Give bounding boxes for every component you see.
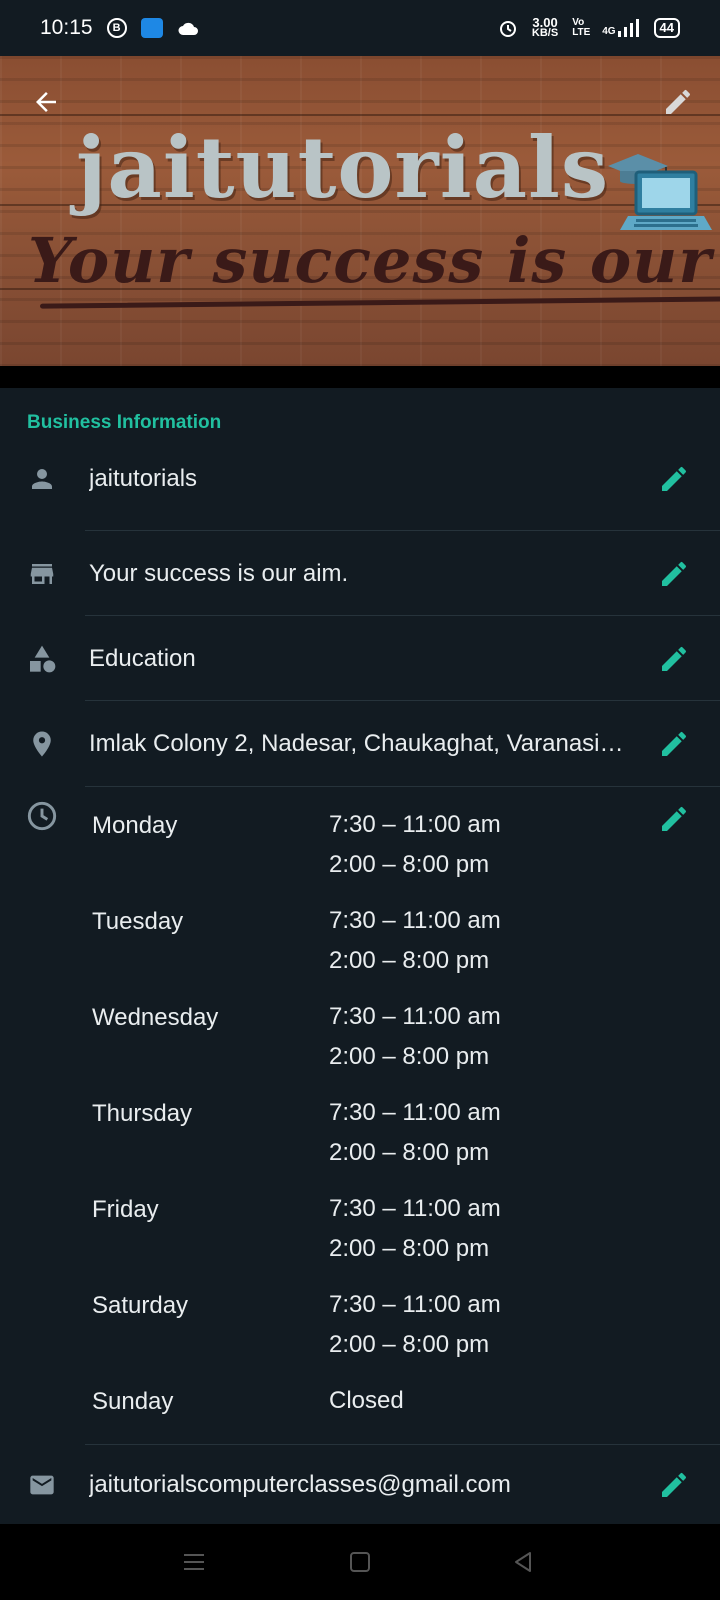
signal-bars-icon [617,19,639,37]
status-right: 3.00 KB/S Vo LTE 4G 44 [498,16,680,39]
description-row[interactable]: Your success is our aim. [0,531,720,617]
hours-time: 2:00 – 8:00 pm [329,1331,490,1358]
edit-description-button[interactable] [654,554,694,594]
cover-image[interactable]: jaitutorials Your success is our aim [0,56,720,366]
business-name: jaitutorials [89,465,198,492]
hours-day-wednesday: Wednesday [92,1004,219,1031]
hours-time: 2:00 – 8:00 pm [329,947,490,974]
network-speed: 3.00 KB/S [531,16,559,39]
status-time: 10:15 [40,16,93,39]
square-icon [350,1552,370,1572]
hours-day-sunday: Sunday [92,1388,174,1415]
speed-unit: KB/S [531,27,559,39]
hours-time: 7:30 – 11:00 am [329,1003,501,1030]
email-row[interactable]: jaitutorialscomputerclasses@gmail.com [0,1445,720,1525]
cover-tagline: Your success is our aim [28,224,720,297]
signal-icon: 4G [602,19,639,37]
hours-time: Closed [329,1387,404,1414]
pencil-icon [666,89,691,114]
pencil-icon [662,646,687,671]
edit-name-button[interactable] [654,459,694,499]
clock-icon [26,800,58,832]
laptop-graduation-cap-icon [608,154,712,230]
status-left: 10:15 B [40,16,199,40]
pencil-icon [662,806,687,831]
edit-address-button[interactable] [654,724,694,764]
hours-time: 7:30 – 11:00 am [329,1099,501,1126]
business-email: jaitutorialscomputerclasses@gmail.com [89,1471,511,1498]
cover-gap [0,366,720,388]
volte-label: Vo LTE [572,17,591,38]
wood-plank-line [0,114,720,116]
email-icon [26,1469,58,1501]
business-description: Your success is our aim. [89,560,349,587]
android-icon [140,18,163,38]
store-icon [26,558,58,590]
edit-hours-button[interactable] [654,799,694,839]
recent-apps-button[interactable] [174,1542,214,1582]
b-badge-icon: B [106,18,127,38]
category-row[interactable]: Education [0,616,720,702]
name-row[interactable]: jaitutorials [0,436,720,522]
edit-cover-button[interactable] [654,78,702,126]
hours-time: 7:30 – 11:00 am [329,907,501,934]
cloud-icon [178,22,198,35]
back-nav-button[interactable] [503,1542,543,1582]
hours-time: 2:00 – 8:00 pm [329,851,490,878]
business-address: Imlak Colony 2, Nadesar, Chaukaghat, Var… [89,730,627,757]
hours-time: 7:30 – 11:00 am [329,811,501,838]
business-category: Education [89,645,196,672]
business-hours[interactable]: Monday 7:30 – 11:00 am 2:00 – 8:00 pm Tu… [0,787,720,1417]
edit-category-button[interactable] [654,639,694,679]
category-shapes-icon [26,643,58,675]
pencil-icon [662,561,687,586]
hours-time: 2:00 – 8:00 pm [329,1139,490,1166]
system-nav-bar [0,1524,720,1600]
hours-day-saturday: Saturday [92,1292,189,1319]
hours-time: 7:30 – 11:00 am [329,1195,501,1222]
network-type: 4G [602,26,616,37]
home-button[interactable] [340,1542,380,1582]
cover-title: jaitutorials [76,118,610,217]
hours-time: 7:30 – 11:00 am [329,1291,501,1318]
hours-day-tuesday: Tuesday [92,908,184,935]
address-row[interactable]: Imlak Colony 2, Nadesar, Chaukaghat, Var… [0,701,720,787]
section-title: Business Information [27,412,222,433]
hours-day-friday: Friday [92,1196,159,1223]
battery-icon: 44 [653,18,680,38]
hours-time: 2:00 – 8:00 pm [329,1235,490,1262]
triangle-back-icon [515,1552,531,1572]
arrow-left-icon [36,92,56,112]
pencil-icon [662,466,687,491]
hours-day-monday: Monday [92,812,178,839]
pencil-icon [662,731,687,756]
edit-email-button[interactable] [654,1465,694,1505]
pencil-icon [662,1472,687,1497]
alarm-icon [499,21,516,37]
status-bar: 10:15 B 3.00 KB/S Vo LTE 4G 44 [0,0,720,56]
location-pin-icon [26,728,58,760]
menu-lines-icon [184,1554,204,1570]
back-button[interactable] [22,78,70,126]
person-icon [26,463,58,495]
cover-underline [39,296,720,309]
business-information-section: Business Information jaitutorials Your s… [0,388,720,1524]
hours-time: 2:00 – 8:00 pm [329,1043,490,1070]
hours-day-thursday: Thursday [92,1100,193,1127]
